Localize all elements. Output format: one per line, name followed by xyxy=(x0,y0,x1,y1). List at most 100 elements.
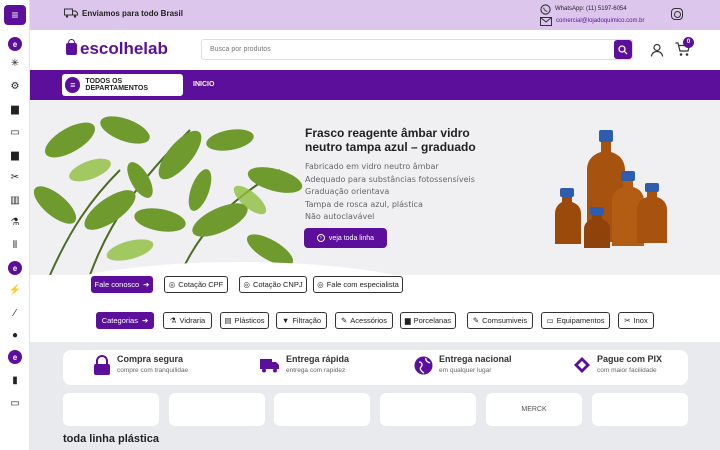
printer-small-icon: ▆ xyxy=(404,316,411,325)
brand-circle-icon-3[interactable]: e xyxy=(8,350,22,364)
search-input[interactable]: Busca por produtos xyxy=(201,39,633,60)
talk-specialist-button[interactable]: ◎ Fale com especialista xyxy=(313,276,403,293)
brand-card[interactable] xyxy=(63,393,159,426)
bolt-icon[interactable]: ⚡ xyxy=(8,283,22,297)
pipette-icon[interactable]: ∕ xyxy=(8,306,22,320)
category-inox[interactable]: ✂ Inox xyxy=(618,312,654,329)
brand-circle-icon-2[interactable]: e xyxy=(8,261,22,275)
laptop-icon[interactable]: ▭ xyxy=(8,125,22,139)
tubes-icon[interactable]: ⫴ xyxy=(8,238,22,252)
category-label: Plásticos xyxy=(234,316,265,325)
brand-card-merck[interactable]: MERCK xyxy=(486,393,582,426)
brand-circle-icon[interactable]: e xyxy=(8,37,22,51)
see-full-line-button[interactable]: › veja toda linha xyxy=(304,228,387,248)
pipette-small-icon: ✎ xyxy=(341,316,348,325)
category-filtracao[interactable]: ▼ Filtração xyxy=(276,312,327,329)
truck-fast-icon xyxy=(260,359,279,373)
tool-small-icon: ✎ xyxy=(472,316,480,325)
plant-leaves-image xyxy=(33,116,303,275)
hero-title: Frasco reagente âmbar vidro neutro tampa… xyxy=(305,126,476,154)
cylinder-icon[interactable]: ▮ xyxy=(8,373,22,387)
clock-icon[interactable]: ● xyxy=(8,328,22,342)
flask-small-icon: ⚗ xyxy=(169,316,177,325)
site-logo[interactable]: escolhelab xyxy=(66,39,168,59)
quote-cnpj-label: Cotação CNPJ xyxy=(252,280,303,289)
whatsapp-text: WhatsApp: (11) 5197-6054 xyxy=(555,6,627,12)
user-icon[interactable] xyxy=(650,43,664,57)
category-label: Comsumiveis xyxy=(482,316,528,325)
category-consumiveis[interactable]: ✎ Comsumiveis xyxy=(467,312,533,329)
hero-feature: Fabricado em vidro neutro âmbar xyxy=(305,162,439,171)
monitor-icon[interactable]: ▭ xyxy=(8,396,22,410)
instagram-icon[interactable] xyxy=(671,8,683,20)
categories-button[interactable]: Categorias ➔ xyxy=(96,312,154,329)
printer-icon[interactable]: ▆ xyxy=(8,102,22,116)
section-title: toda linha plástica xyxy=(63,433,159,445)
search-icon xyxy=(618,44,628,54)
benefit-title: Compra segura xyxy=(117,354,184,364)
scissors-icon[interactable]: ✂ xyxy=(8,170,22,184)
category-equipamentos[interactable]: ▭ Equipamentos xyxy=(541,312,610,329)
site-header: escolhelab Busca por produtos 0 xyxy=(30,30,720,70)
contact-us-button[interactable]: Fale conosco ➔ xyxy=(91,276,153,293)
all-departments-button[interactable]: ≡ TODOS OS DEPARTAMENTOS xyxy=(62,74,183,96)
quote-cnpj-button[interactable]: ◎ Cotação CNPJ xyxy=(239,276,307,293)
mail-icon xyxy=(540,16,552,26)
hero-banner[interactable]: Frasco reagente âmbar vidro neutro tampa… xyxy=(30,100,720,275)
whatsapp-small-icon: ◎ xyxy=(168,280,176,289)
category-label: Inox xyxy=(633,316,648,325)
cart-count-badge: 0 xyxy=(683,37,694,48)
filter-icon: ▼ xyxy=(281,316,290,325)
trash-icon[interactable]: ▥ xyxy=(8,193,22,207)
benefit-sub: em qualquer lugar xyxy=(439,367,492,374)
brand-card[interactable] xyxy=(169,393,265,426)
quote-cpf-button[interactable]: ◎ Cotação CPF xyxy=(164,276,228,293)
benefit-title: Pague com PIX xyxy=(597,354,663,364)
email-link[interactable]: comercial@lojadoquimico.com.br xyxy=(540,15,644,27)
category-plasticos[interactable]: ▤ Plásticos xyxy=(220,312,269,329)
category-label: Porcelanas xyxy=(413,316,452,325)
menu-icon[interactable]: ≡ xyxy=(4,5,26,25)
scissors-small-icon: ✂ xyxy=(624,316,631,325)
departments-label: TODOS OS DEPARTAMENTOS xyxy=(85,78,149,92)
category-acessorios[interactable]: ✎ Acessórios xyxy=(335,312,393,329)
arrow-circle-icon: › xyxy=(316,234,325,242)
benefit-title: Entrega rápida xyxy=(286,354,350,364)
truck-icon xyxy=(64,8,78,18)
whatsapp-link[interactable]: WhatsApp: (11) 5197-6054 xyxy=(540,3,644,15)
category-porcelanas[interactable]: ▆ Porcelanas xyxy=(400,312,456,329)
category-vidraria[interactable]: ⚗ Vidraria xyxy=(163,312,212,329)
whatsapp-small-icon: ◎ xyxy=(243,280,250,289)
cylinder-small-icon: ▤ xyxy=(224,316,232,325)
category-rail: ≡ e ✳ ⚙ ▆ ▭ ▆ ✂ ▥ ⚗ ⫴ e ⚡ ∕ ● e ▮ ▭ xyxy=(0,0,30,450)
flask-icon[interactable]: ⚗ xyxy=(8,215,22,229)
email-text: comercial@lojadoquimico.com.br xyxy=(556,18,645,24)
whatsapp-small-icon: ◎ xyxy=(317,280,324,289)
main-nav: ≡ TODOS OS DEPARTAMENTOS INICIO xyxy=(30,70,720,100)
globe-icon xyxy=(414,356,433,374)
benefit-sub: entrega com rapidez xyxy=(286,367,346,374)
molecule-icon[interactable]: ✳ xyxy=(8,56,22,70)
pix-icon xyxy=(574,357,590,373)
benefit-title: Entrega nacional xyxy=(439,354,512,364)
quick-links-band: Fale conosco ➔ ◎ Cotação CPF ◎ Cotação C… xyxy=(30,275,720,342)
lock-icon xyxy=(94,355,110,375)
brand-card[interactable] xyxy=(274,393,370,426)
brand-card[interactable] xyxy=(592,393,688,426)
gears-icon[interactable]: ⚙ xyxy=(8,79,22,93)
hamburger-icon: ≡ xyxy=(65,77,81,93)
printer2-icon[interactable]: ▆ xyxy=(8,148,22,162)
brand-card[interactable] xyxy=(380,393,476,426)
nav-home-link[interactable]: INICIO xyxy=(193,81,214,88)
benefit-fast: Entrega rápida entrega com rapidez xyxy=(260,354,349,376)
search-button[interactable] xyxy=(614,40,632,59)
amber-bottles-image xyxy=(555,130,667,248)
logo-text: escolhelab xyxy=(80,39,168,58)
benefit-national: Entrega nacional em qualquer lugar xyxy=(414,354,512,376)
benefit-sub: compre com tranquilidae xyxy=(117,367,189,374)
category-label: Acessórios xyxy=(350,316,387,325)
contact-info: WhatsApp: (11) 5197-6054 comercial@lojad… xyxy=(540,3,644,27)
hero-feature: Não autoclavável xyxy=(305,212,375,222)
hero-feature: Adequado para substâncias fotossensíveis xyxy=(305,174,475,184)
benefits-bar: Compra segura compre com tranquilidae En… xyxy=(63,350,688,385)
